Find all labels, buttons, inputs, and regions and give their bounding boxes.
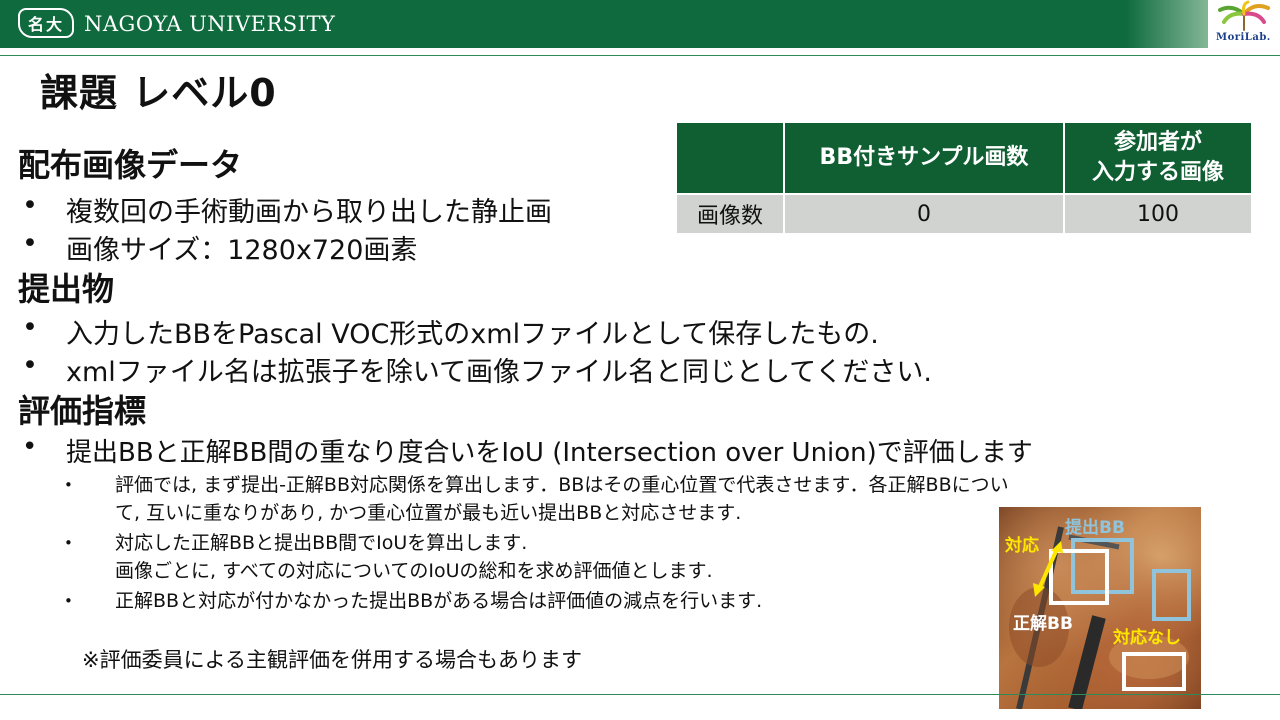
instrument-shaft — [1068, 615, 1106, 709]
header-divider — [0, 55, 1280, 56]
bullet-dot: • — [22, 190, 38, 221]
table-row-label: 画像数 — [675, 193, 785, 235]
sub-bullet-line: 正解BBと対応が付かなかった提出BBがある場合は評価値の減点を行います. — [115, 590, 763, 612]
bullet-dot: • — [22, 228, 38, 259]
bullet-text: 複数回の手術動画から取り出した静止画 — [66, 197, 552, 228]
table-header-row: BB付きサンプル画数 参加者が 入力する画像 — [675, 121, 1253, 195]
table-header-cell: 参加者が 入力する画像 — [1063, 121, 1253, 195]
bullet-dot: • — [64, 476, 73, 494]
label-no-match: 対応なし — [1113, 628, 1181, 648]
table-cell: 0 — [783, 193, 1065, 235]
image-count-table: BB付きサンプル画数 参加者が 入力する画像 画像数 0 100 — [675, 121, 1253, 235]
label-ground-truth-bb: 正解BB — [1013, 614, 1073, 634]
heading-distribution: 配布画像データ — [18, 146, 243, 184]
sub-bullet-text: 評価では, まず提出-正解BB対応関係を算出します．BBはその重心位置で代表させ… — [115, 471, 1009, 527]
bullet-dot: • — [22, 432, 38, 462]
bullet-dot: • — [64, 592, 73, 610]
heading-evaluation: 評価指標 — [18, 392, 147, 430]
bullet-dot: • — [22, 350, 38, 381]
sub-bullet-line: 対応した正解BBと提出BB間でIoUを算出します. — [115, 532, 528, 554]
emblem-text: 名大 — [27, 15, 64, 34]
sub-bullet-line: て, 互いに重なりがあり, かつ重心位置が最も近い提出BBと対応させます. — [115, 502, 742, 524]
bullet-text: xmlファイル名は拡張子を除いて画像ファイル名と同じとしてください. — [66, 357, 932, 388]
university-name: NAGOYA UNIVERSITY — [84, 12, 336, 36]
table-header-cell: BB付きサンプル画数 — [783, 121, 1065, 195]
heading-submission: 提出物 — [18, 270, 115, 308]
table-header-cell — [675, 121, 785, 195]
label-submitted-bb: 提出BB — [1065, 518, 1125, 538]
submitted-bb — [1071, 538, 1134, 594]
bullet-text: 提出BBと正解BB間の重なり度合いをIoU (Intersection over… — [66, 438, 1033, 468]
footer-divider — [0, 694, 1280, 695]
ground-truth-bb — [1049, 549, 1109, 605]
sub-bullet-text: 正解BBと対応が付かなかった提出BBがある場合は評価値の減点を行います. — [115, 587, 762, 615]
page-title: 課題 レベル0 — [40, 71, 277, 115]
university-emblem-icon: 名大 — [18, 8, 74, 38]
table-cell: 100 — [1063, 193, 1253, 235]
bullet-dot: • — [22, 312, 38, 343]
footnote: ※評価委員による主観評価を併用する場合もあります — [82, 648, 582, 672]
lab-logo: MoriLab. — [1208, 0, 1280, 48]
sub-bullet-text: 対応した正解BBと提出BB間でIoUを算出します. 画像ごとに, すべての対応に… — [115, 529, 713, 585]
table-row: 画像数 0 100 — [675, 193, 1253, 235]
bullet-text: 画像サイズ：1280x720画素 — [66, 235, 418, 266]
label-correspondence: 対応 — [1005, 536, 1039, 556]
header-bar: 名大 NAGOYA UNIVERSITY — [0, 0, 1280, 48]
palm-tree-icon — [1218, 0, 1270, 31]
bullet-dot: • — [64, 534, 73, 552]
surgical-image-figure: 提出BB 対応 正解BB 対応なし — [999, 507, 1201, 709]
submitted-bb — [1152, 569, 1191, 621]
lab-name: MoriLab. — [1216, 32, 1271, 43]
bullet-text: 入力したBBをPascal VOC形式のxmlファイルとして保存したもの. — [66, 319, 879, 350]
sub-bullet-line: 評価では, まず提出-正解BB対応関係を算出します．BBはその重心位置で代表させ… — [115, 474, 1009, 496]
sub-bullet-line: 画像ごとに, すべての対応についてのIoUの総和を求め評価値とします. — [115, 560, 713, 582]
